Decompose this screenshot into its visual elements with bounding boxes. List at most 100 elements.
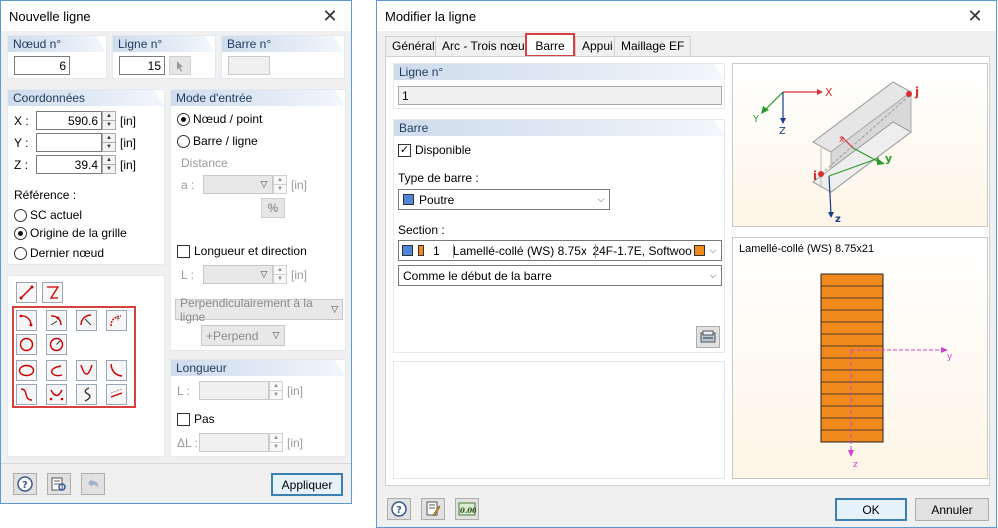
perpend-button[interactable]: +Perpend ▽ bbox=[201, 325, 285, 346]
checkbox-box: ✓ bbox=[398, 143, 411, 157]
separator bbox=[453, 244, 454, 258]
timber-icon bbox=[417, 245, 424, 256]
y-input[interactable] bbox=[36, 133, 102, 152]
dialog-title: Modifier la ligne bbox=[385, 8, 477, 24]
radio-node-point[interactable]: Nœud / point bbox=[177, 112, 262, 126]
end-section-select[interactable]: Comme le début de la barre ⌵ bbox=[398, 265, 722, 286]
x-label: X : bbox=[14, 114, 29, 128]
length-l-label: L : bbox=[177, 384, 190, 398]
radio-label: Origine de la grille bbox=[30, 226, 127, 240]
radio-grid-origin[interactable]: Origine de la grille bbox=[14, 226, 127, 240]
perpendicular-combo[interactable]: Perpendiculairement à la ligne ▽ bbox=[175, 296, 343, 324]
line-number-group: Ligne n° 15 bbox=[112, 35, 216, 79]
radio-last-node[interactable]: Dernier nœud bbox=[14, 246, 104, 260]
radio-current-cs[interactable]: SC actuel bbox=[14, 208, 82, 222]
a-label: a : bbox=[181, 178, 195, 192]
distance-label: Distance bbox=[181, 156, 228, 170]
tool-elliptical-arc[interactable] bbox=[46, 360, 67, 381]
decimal-places-button[interactable]: 0.00 bbox=[455, 498, 479, 520]
z-unit: [in] bbox=[120, 158, 137, 172]
l-input[interactable]: ▽ bbox=[203, 265, 273, 284]
section-material: 24F-1.7E, Softwooc bbox=[592, 243, 693, 258]
help-button[interactable]: ? bbox=[387, 498, 411, 520]
l-unit: [in] bbox=[291, 268, 308, 282]
tool-arc-radius[interactable] bbox=[76, 310, 97, 331]
radio-member-line[interactable]: Barre / ligne bbox=[177, 134, 258, 148]
straight-line-icon bbox=[19, 285, 34, 300]
x-spinner[interactable]: ▲ ▼ bbox=[102, 111, 116, 130]
member-type-select[interactable]: Poutre ⌵ bbox=[398, 189, 610, 210]
length-l-input[interactable] bbox=[199, 381, 269, 400]
tool-circle-center[interactable] bbox=[46, 334, 67, 355]
length-group: Longueur L : ▲ ▼ [in] Pas ΔL : ▲ ▼ [in] bbox=[170, 359, 346, 457]
offset-line-icon bbox=[110, 388, 123, 398]
decimal-icon: 0.00 bbox=[458, 502, 476, 516]
spline-icon bbox=[20, 388, 33, 401]
tool-straight-line[interactable] bbox=[16, 282, 37, 303]
tool-helix[interactable] bbox=[76, 384, 97, 405]
node-number-group: Nœud n° 6 bbox=[7, 35, 107, 79]
radio-dot bbox=[14, 226, 27, 240]
y-spinner[interactable]: ▲ ▼ bbox=[102, 133, 116, 152]
node-number-input[interactable]: 6 bbox=[14, 56, 70, 75]
apply-button[interactable]: Appliquer bbox=[271, 473, 343, 496]
node-number-header: Nœud n° bbox=[8, 36, 106, 52]
delta-l-spinner[interactable]: ▲ ▼ bbox=[269, 433, 283, 452]
a-input[interactable]: ▽ bbox=[203, 175, 273, 194]
section-select[interactable]: 1 Lamellé-collé (WS) 8.75x21 24F-1.7E, S… bbox=[398, 240, 722, 261]
tool-arc-three-points[interactable] bbox=[46, 310, 67, 331]
global-x-axis-label: X bbox=[825, 86, 833, 99]
end-node-label: j bbox=[914, 85, 919, 99]
section-color-swatch bbox=[402, 245, 413, 256]
tool-offset-line[interactable] bbox=[106, 384, 127, 405]
length-l-spinner[interactable]: ▲ ▼ bbox=[269, 381, 283, 400]
l-spinner[interactable]: ▲ ▼ bbox=[273, 265, 287, 284]
member-type-label: Type de barre : bbox=[398, 171, 479, 185]
z-spinner[interactable]: ▲ ▼ bbox=[102, 155, 116, 174]
tool-circle[interactable] bbox=[16, 334, 37, 355]
pick-line-button[interactable] bbox=[169, 56, 191, 75]
ok-button[interactable]: OK bbox=[835, 498, 907, 521]
tool-arc-center[interactable] bbox=[16, 310, 37, 331]
section-library-button[interactable] bbox=[696, 326, 720, 348]
x-input[interactable]: 590.6 bbox=[36, 111, 102, 130]
elliptical-arc-icon bbox=[51, 365, 63, 377]
a-spinner[interactable]: ▲ ▼ bbox=[273, 175, 287, 194]
chevron-down-icon: ⌵ bbox=[709, 270, 717, 280]
select-by-view-button[interactable] bbox=[47, 473, 71, 495]
undo-button[interactable] bbox=[81, 473, 105, 495]
delta-l-unit: [in] bbox=[287, 436, 304, 450]
tool-hyperbola[interactable] bbox=[106, 360, 127, 381]
start-node-label: i bbox=[813, 169, 817, 183]
available-checkbox[interactable]: ✓ Disponible bbox=[398, 143, 471, 157]
tool-parabola[interactable] bbox=[76, 360, 97, 381]
tool-ellipse[interactable] bbox=[16, 360, 37, 381]
tool-polyline[interactable] bbox=[42, 282, 63, 303]
tool-nurbs[interactable] bbox=[46, 384, 67, 405]
step-checkbox[interactable]: Pas bbox=[177, 412, 215, 426]
delta-l-input[interactable] bbox=[199, 433, 269, 452]
edit-notes-button[interactable] bbox=[421, 498, 445, 520]
tool-arc-tangent[interactable]: + bbox=[106, 310, 127, 331]
radio-dot bbox=[14, 208, 27, 222]
close-icon[interactable]: ✕ bbox=[964, 5, 986, 27]
length-direction-checkbox[interactable]: Longueur et direction bbox=[177, 244, 307, 258]
section-name: Lamellé-collé (WS) 8.75x21 bbox=[452, 243, 587, 258]
z-input[interactable]: 39.4 bbox=[36, 155, 102, 174]
length-l-unit: [in] bbox=[287, 384, 304, 398]
help-button[interactable]: ? bbox=[13, 473, 37, 495]
line-number-input[interactable]: 15 bbox=[119, 56, 165, 75]
tool-spline[interactable] bbox=[16, 384, 37, 405]
member-number-input[interactable] bbox=[228, 56, 270, 75]
line-number-group: Ligne n° 1 bbox=[393, 63, 725, 109]
cancel-button[interactable]: Annuler bbox=[915, 498, 989, 521]
close-icon[interactable]: ✕ bbox=[319, 5, 341, 27]
ellipse-icon bbox=[18, 364, 35, 377]
tab-support[interactable]: Appui bbox=[575, 36, 620, 56]
tab-fe-mesh[interactable]: Maillage EF bbox=[614, 36, 692, 56]
local-y-axis-label: y bbox=[885, 152, 892, 165]
percent-button[interactable]: % bbox=[261, 198, 285, 218]
tab-general[interactable]: Général bbox=[385, 36, 442, 56]
arc-tangent-icon: + bbox=[110, 315, 122, 327]
tab-member[interactable]: Barre bbox=[525, 33, 575, 57]
